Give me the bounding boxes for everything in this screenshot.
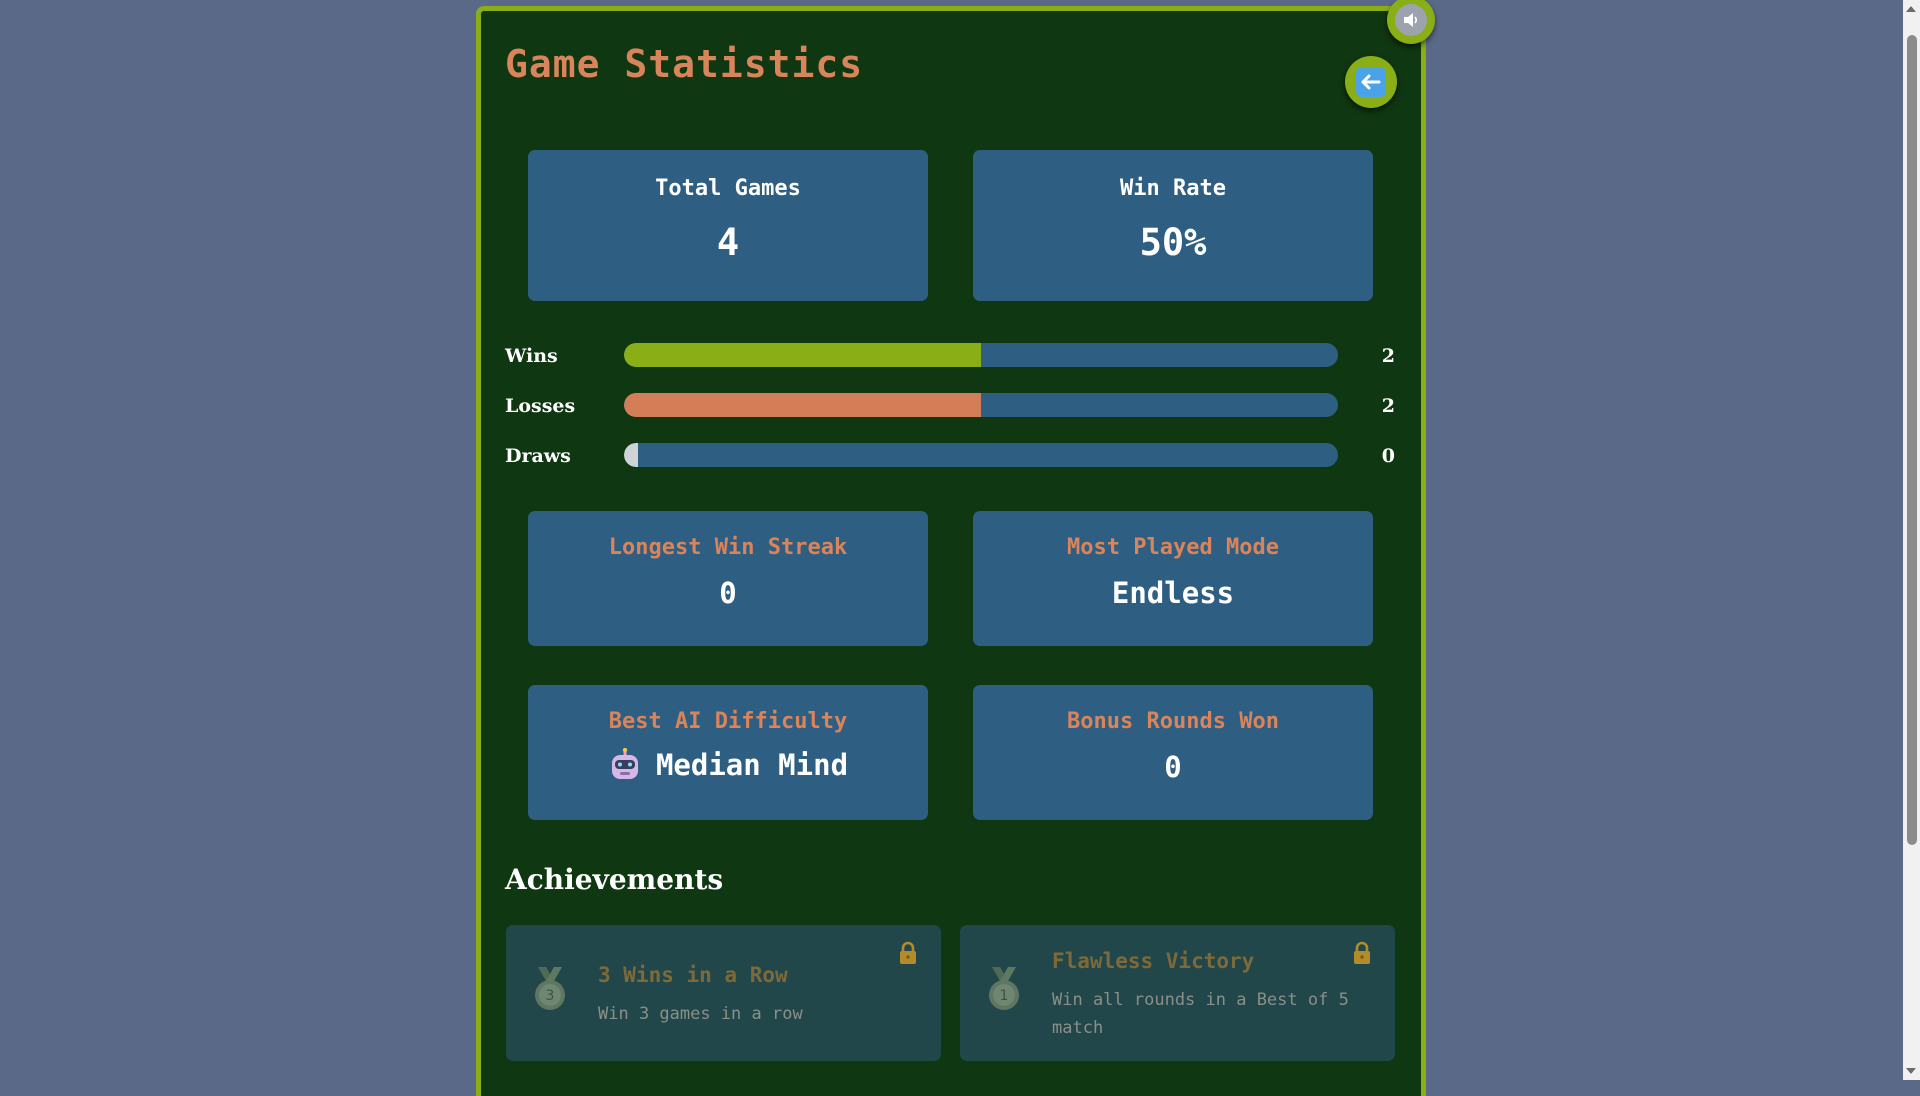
bonus-rounds-label: Bonus Rounds Won bbox=[1067, 709, 1279, 734]
achievement-title: 3 Wins in a Row bbox=[598, 963, 788, 987]
achievement-card-flawless: 1 Flawless Victory Win all rounds in a B… bbox=[960, 925, 1395, 1061]
bonus-rounds-value: 0 bbox=[1164, 750, 1182, 784]
total-games-value: 4 bbox=[716, 221, 740, 264]
svg-text:1: 1 bbox=[1000, 988, 1009, 1004]
win-rate-label: Win Rate bbox=[1120, 176, 1226, 201]
total-games-card: Total Games 4 bbox=[528, 150, 928, 301]
lock-icon bbox=[1352, 941, 1372, 969]
longest-streak-label: Longest Win Streak bbox=[608, 535, 848, 560]
medal-icon: 3 bbox=[532, 967, 568, 1017]
wins-label: Wins bbox=[505, 345, 558, 367]
losses-bar-row: Losses 2 bbox=[505, 393, 1395, 419]
win-rate-card: Win Rate 50% bbox=[973, 150, 1373, 301]
medal-icon: 1 bbox=[986, 967, 1022, 1017]
draws-count: 0 bbox=[1381, 445, 1395, 467]
achievement-card-3-wins: 3 3 Wins in a Row Win 3 games in a row bbox=[506, 925, 941, 1061]
draws-progress-bar bbox=[624, 443, 1338, 467]
scroll-up-arrow-icon[interactable] bbox=[1906, 6, 1916, 12]
back-button[interactable] bbox=[1345, 56, 1397, 108]
speaker-icon bbox=[1395, 4, 1427, 36]
most-played-label: Most Played Mode bbox=[1067, 535, 1279, 560]
draws-label: Draws bbox=[505, 445, 571, 467]
best-ai-value: Median Mind bbox=[655, 748, 849, 782]
achievement-description: Win all rounds in a Best of 5 match bbox=[1052, 990, 1349, 1038]
achievement-description: Win 3 games in a row bbox=[598, 1004, 803, 1024]
win-rate-value: 50% bbox=[1139, 221, 1207, 264]
most-played-value: Endless bbox=[1111, 576, 1235, 610]
bonus-rounds-card: Bonus Rounds Won 0 bbox=[973, 685, 1373, 820]
best-ai-value-row: Median Mind bbox=[608, 748, 848, 782]
draws-bar-row: Draws 0 bbox=[505, 443, 1395, 469]
robot-icon bbox=[608, 748, 642, 782]
total-games-label: Total Games bbox=[655, 176, 801, 201]
scrollbar-thumb[interactable] bbox=[1907, 35, 1917, 845]
wins-count: 2 bbox=[1381, 345, 1395, 367]
scroll-down-arrow-icon[interactable] bbox=[1906, 1068, 1916, 1074]
svg-text:3: 3 bbox=[546, 988, 555, 1004]
lock-icon bbox=[898, 941, 918, 969]
losses-count: 2 bbox=[1381, 395, 1395, 417]
achievements-heading: Achievements bbox=[505, 863, 724, 896]
longest-streak-card: Longest Win Streak 0 bbox=[528, 511, 928, 646]
vertical-scrollbar[interactable] bbox=[1903, 0, 1920, 1080]
sound-toggle-button[interactable] bbox=[1387, 0, 1435, 44]
losses-label: Losses bbox=[505, 395, 576, 417]
wins-bar-row: Wins 2 bbox=[505, 343, 1395, 369]
draws-bar-fill bbox=[624, 443, 639, 467]
back-arrow-icon bbox=[1356, 67, 1386, 97]
longest-streak-value: 0 bbox=[719, 576, 737, 610]
losses-progress-bar bbox=[624, 393, 1338, 417]
achievement-title: Flawless Victory bbox=[1052, 949, 1255, 973]
losses-bar-fill bbox=[624, 393, 981, 417]
best-ai-card: Best AI Difficulty Median Mind bbox=[528, 685, 928, 820]
page-title: Game Statistics bbox=[505, 42, 864, 86]
wins-bar-fill bbox=[624, 343, 981, 367]
best-ai-label: Best AI Difficulty bbox=[608, 709, 848, 734]
wins-progress-bar bbox=[624, 343, 1338, 367]
most-played-card: Most Played Mode Endless bbox=[973, 511, 1373, 646]
